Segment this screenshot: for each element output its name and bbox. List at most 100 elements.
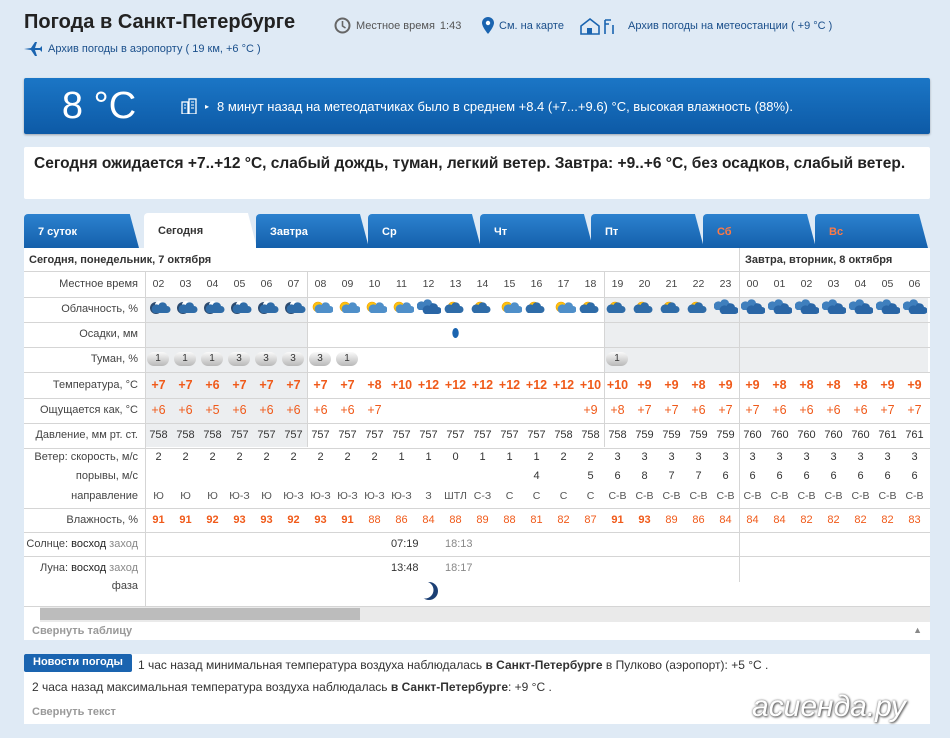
weather-icon-overcast xyxy=(793,299,820,321)
station-archive-text[interactable]: Архив погоды на метеостанции ( +9 °C ) xyxy=(628,20,832,32)
humidity-cell: 89 xyxy=(476,514,489,526)
row-label-gusts: порывы, м/с xyxy=(75,470,138,482)
temperature-cell: +8 xyxy=(367,378,382,392)
collapse-up-icon[interactable]: ▲ xyxy=(913,625,922,635)
wind-direction-cell: Ю xyxy=(153,490,164,502)
moonrise-time: 13:48 xyxy=(391,562,419,574)
news-line-2-pre: 2 часа назад максимальная температура во… xyxy=(32,680,391,694)
hour-cell: 06 xyxy=(908,278,921,290)
hour-cell: 00 xyxy=(746,278,759,290)
wind-direction-cell: С-В xyxy=(797,490,816,502)
hour-cell: 15 xyxy=(503,278,516,290)
hour-cell: 22 xyxy=(692,278,705,290)
pressure-cell: 757 xyxy=(365,429,384,441)
tab-1[interactable]: Сегодня xyxy=(144,213,257,248)
temperature-cell: +12 xyxy=(498,378,521,392)
temperature-cell: +8 xyxy=(799,378,814,392)
humidity-cell: 86 xyxy=(692,514,705,526)
fog-value: 3 xyxy=(282,352,304,366)
row-label-precip: Осадки, мм xyxy=(79,328,138,340)
row-label-humidity: Влажность, % xyxy=(66,514,138,526)
temperature-cell: +9 xyxy=(637,378,652,392)
current-temperature: 8 °C xyxy=(61,85,137,127)
collapse-table-label[interactable]: Свернуть таблицу xyxy=(32,625,132,637)
news-line-1-city[interactable]: в Санкт-Петербурге xyxy=(485,658,602,672)
pressure-cell: 760 xyxy=(851,429,870,441)
map-link-text[interactable]: См. на карте xyxy=(499,20,564,32)
humidity-cell: 93 xyxy=(233,514,246,526)
wind-gust-cell: 6 xyxy=(857,470,864,482)
pressure-cell: 760 xyxy=(797,429,816,441)
feels-like-cell: +6 xyxy=(178,403,193,417)
hour-cell: 13 xyxy=(449,278,462,290)
hour-cell: 16 xyxy=(530,278,543,290)
wind-gust-cell: 6 xyxy=(749,470,756,482)
pressure-cell: 758 xyxy=(554,429,573,441)
feels-like-cell: +6 xyxy=(853,403,868,417)
clock-icon xyxy=(334,17,351,34)
row-label-temp: Температура, °С xyxy=(52,379,138,391)
weather-icon-sun-cloud xyxy=(550,299,577,321)
wind-speed-cell: 2 xyxy=(560,451,567,463)
tab-5[interactable]: Пт xyxy=(591,214,704,248)
tab-4[interactable]: Чт xyxy=(480,214,593,248)
hour-cell: 23 xyxy=(719,278,732,290)
scrollbar-thumb[interactable] xyxy=(40,608,360,620)
wind-speed-cell: 3 xyxy=(695,451,702,463)
feels-like-cell: +7 xyxy=(664,403,679,417)
weather-icon-overcast xyxy=(820,299,847,321)
tab-7[interactable]: Вс xyxy=(815,214,928,248)
feels-like-cell: +7 xyxy=(718,403,733,417)
fog-value: 1 xyxy=(174,352,196,366)
weather-icon-sun-cloud xyxy=(496,299,523,321)
humidity-cell: 86 xyxy=(395,514,408,526)
humidity-cell: 84 xyxy=(746,514,759,526)
news-line-2-city[interactable]: в Санкт-Петербурге xyxy=(391,680,508,694)
map-link[interactable]: См. на карте xyxy=(482,17,564,34)
collapse-table-link[interactable]: Свернуть таблицу ▲ xyxy=(24,622,930,640)
station-archive-link[interactable]: Архив погоды на метеостанции ( +9 °C ) xyxy=(579,17,832,35)
airport-archive-text[interactable]: Архив погоды в аэропорту ( 19 км, +6 °C … xyxy=(48,43,261,55)
tab-3[interactable]: Ср xyxy=(368,214,481,248)
wind-direction-cell: Ю-З xyxy=(283,490,304,502)
humidity-cell: 88 xyxy=(449,514,462,526)
temperature-cell: +9 xyxy=(880,378,895,392)
weather-icon-overcast xyxy=(712,299,739,321)
temperature-cell: +9 xyxy=(745,378,760,392)
weather-icon-overcast xyxy=(901,299,928,321)
wind-gust-cell: 4 xyxy=(533,470,540,482)
feels-like-cell: +6 xyxy=(340,403,355,417)
wind-speed-cell: 2 xyxy=(263,451,270,463)
wind-gust-cell: 6 xyxy=(830,470,837,482)
pressure-cell: 758 xyxy=(203,429,222,441)
feels-like-cell: +7 xyxy=(637,403,652,417)
wind-gust-cell: 6 xyxy=(722,470,729,482)
row-label-sun: Солнце: восход заход xyxy=(24,532,142,556)
feels-like-cell: +6 xyxy=(772,403,787,417)
wind-direction-cell: С-В xyxy=(716,490,735,502)
weather-icon-cloud xyxy=(658,299,685,321)
fog-value: 3 xyxy=(309,352,331,366)
pressure-cell: 757 xyxy=(527,429,546,441)
hour-cell: 02 xyxy=(152,278,165,290)
hour-cell: 03 xyxy=(179,278,192,290)
tab-6[interactable]: Сб xyxy=(703,214,816,248)
airport-archive-link[interactable]: Архив погоды в аэропорту ( 19 км, +6 °C … xyxy=(24,42,261,56)
wind-direction-cell: Ю-З xyxy=(391,490,412,502)
wind-speed-cell: 2 xyxy=(182,451,189,463)
temperature-cell: +7 xyxy=(178,378,193,392)
hour-cell: 19 xyxy=(611,278,624,290)
horizontal-scrollbar[interactable] xyxy=(40,606,930,622)
weather-icon-cloud xyxy=(469,299,496,321)
humidity-cell: 87 xyxy=(584,514,597,526)
tab-2[interactable]: Завтра xyxy=(256,214,369,248)
day-tabs: ? 7 сутокСегодняЗавтраСрЧтПтСбВс xyxy=(24,213,930,248)
collapse-news-link[interactable]: Свернуть текст xyxy=(32,706,116,718)
feels-like-cell: +6 xyxy=(232,403,247,417)
pressure-cell: 760 xyxy=(770,429,789,441)
pressure-cell: 760 xyxy=(824,429,843,441)
hour-cell: 06 xyxy=(260,278,273,290)
wind-direction-cell: ШТЛ xyxy=(444,490,467,502)
wind-direction-cell: С-В xyxy=(662,490,681,502)
tab-0[interactable]: 7 суток xyxy=(24,214,139,248)
